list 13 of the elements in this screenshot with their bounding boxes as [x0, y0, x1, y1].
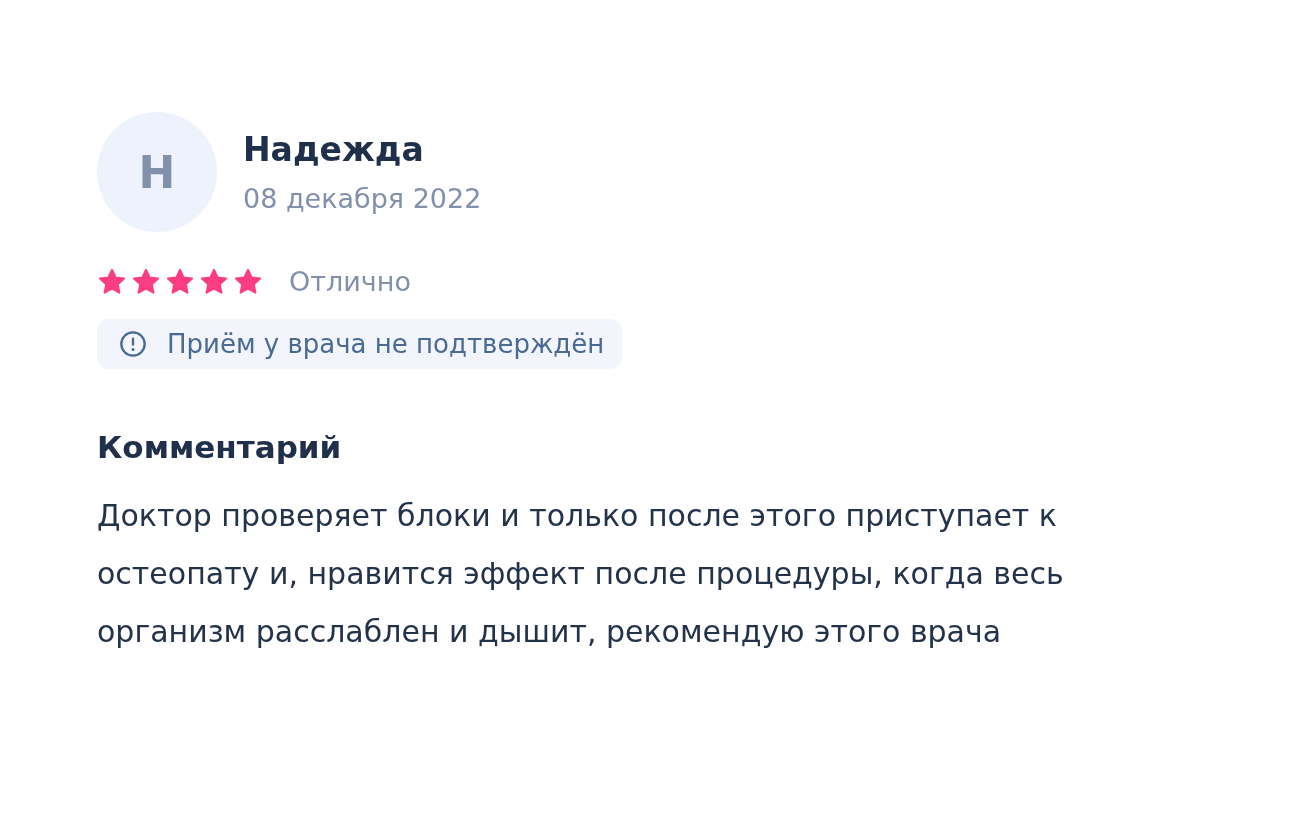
comment-heading: Комментарий: [97, 429, 343, 465]
exclamation-icon: [119, 330, 147, 358]
review-date: 08 декабря 2022: [243, 183, 482, 214]
star-icon: [165, 266, 195, 297]
author-name: Надежда: [243, 130, 425, 169]
avatar: Н: [97, 112, 217, 232]
star-icon: [233, 266, 263, 297]
notice-text: Приём у врача не подтверждён: [167, 329, 605, 359]
star-icon: [131, 266, 161, 297]
rating-label: Отлично: [289, 266, 411, 297]
comment-text: Доктор проверяет блоки и только после этого приступает к остеопату и, нравится эффект после процедуры, когда весь организм расслаблен и дышит, рекомендую этого врача: [97, 497, 1065, 651]
star-icon: [199, 266, 229, 297]
star-icon: [97, 266, 127, 297]
